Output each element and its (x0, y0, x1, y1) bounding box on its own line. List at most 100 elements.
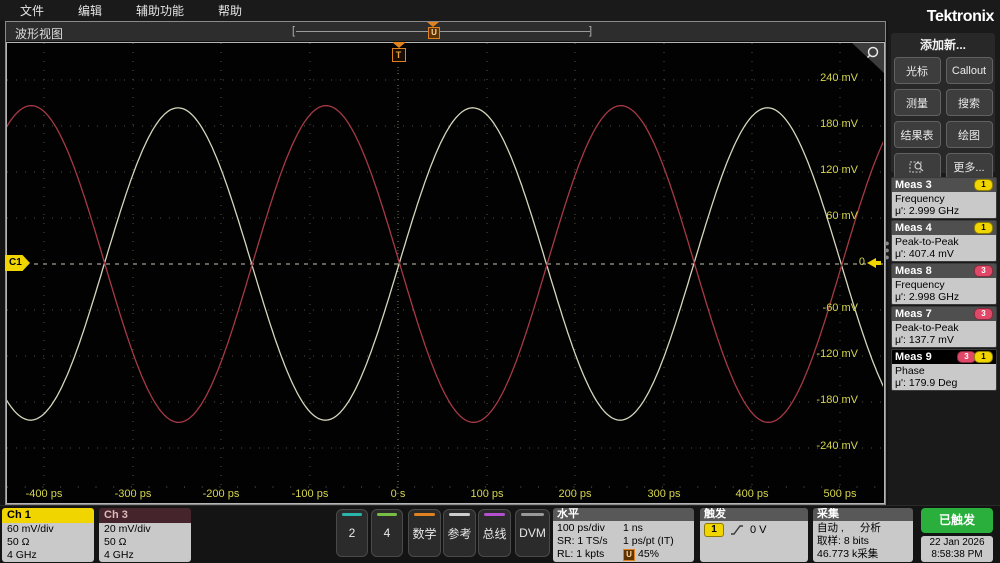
channel-1-badge[interactable]: Ch 1 60 mV/div 50 Ω 4 GHz (2, 508, 94, 562)
graticule (6, 42, 885, 504)
dvm-color-stripe (521, 513, 544, 516)
trigger-title: 触发 (700, 508, 808, 521)
waveform-titlebar: 波形视图 [ ] U (6, 22, 885, 42)
channel-3-badge[interactable]: Ch 3 20 mV/div 50 Ω 4 GHz (99, 508, 191, 562)
meas-4-card[interactable]: Meas 4 1 Peak-to-Peak μ': 407.4 mV (891, 220, 997, 262)
math-label: 数学 (412, 526, 437, 541)
trigger-level-marker-tail (876, 261, 881, 265)
trigger-level-marker[interactable] (867, 258, 876, 268)
more-button[interactable]: 更多... (945, 153, 993, 180)
channel-scale: 60 mV/div (7, 523, 54, 535)
meas-value: μ': 137.7 mV (895, 334, 954, 346)
record-view-bar[interactable] (296, 31, 590, 32)
trigger-flag-label: T (391, 48, 406, 62)
channel-scale: 20 mV/div (104, 523, 151, 535)
channel-2-label: 2 (348, 526, 356, 540)
horizontal-window: 1 ns (623, 522, 643, 534)
measure-button[interactable]: 测量 (893, 89, 941, 116)
math-color-stripe (414, 513, 435, 516)
callout-button[interactable]: Callout (945, 57, 993, 84)
acquisition-analysis: 分析 (859, 522, 881, 534)
meas-9-card[interactable]: Meas 9 3 1 Phase μ': 179.9 Deg (891, 349, 997, 391)
horizontal-position-value: 45% (638, 548, 660, 560)
bus-color-stripe (484, 513, 505, 516)
meas-name: Meas 4 (895, 222, 932, 234)
meas-name: Meas 8 (895, 265, 932, 277)
channel-impedance: 50 Ω (7, 536, 30, 548)
source-badge: 3 (974, 265, 993, 277)
record-view-right-bracket: ] (589, 25, 593, 37)
source-badge: 3 (974, 308, 993, 320)
meas-3-header: Meas 3 1 (892, 178, 996, 192)
channel-4-button[interactable]: 4 (371, 509, 403, 557)
waveform-view-title: 波形视图 (15, 27, 64, 41)
plot-button[interactable]: 绘图 (945, 121, 993, 148)
rising-edge-icon (731, 525, 743, 535)
meas-3-card[interactable]: Meas 3 1 Frequency μ': 2.999 GHz (891, 177, 997, 219)
channel-4-color-stripe (377, 513, 397, 516)
horizontal-panel[interactable]: 水平 100 ps/div 1 ns SR: 1 TS/s 1 ps/pt (I… (553, 508, 694, 562)
acquisition-count: 46.773 k采集 (817, 548, 879, 560)
channel-bandwidth: 4 GHz (104, 549, 134, 561)
reference-button[interactable]: 参考 (443, 509, 476, 557)
menu-edit[interactable]: 编辑 (78, 2, 102, 19)
splitter-handle[interactable]: ● ● ● (884, 239, 890, 266)
channel-4-label: 4 (383, 526, 391, 540)
reference-color-stripe (449, 513, 470, 516)
dvm-label: DVM (519, 526, 546, 540)
trigger-source-badge: 1 (704, 523, 724, 537)
datetime-display: 22 Jan 2026 8:58:38 PM (921, 536, 993, 562)
zoom-region-button[interactable] (893, 153, 941, 180)
meas-4-header: Meas 4 1 (892, 221, 996, 235)
date-value: 22 Jan 2026 (929, 537, 985, 548)
results-table-button[interactable]: 结果表 (893, 121, 941, 148)
cursor-button[interactable]: 光标 (893, 57, 941, 84)
acquisition-mode: 自动 , (817, 522, 844, 534)
meas-value: μ': 179.9 Deg (895, 377, 958, 389)
meas-7-card[interactable]: Meas 7 3 Peak-to-Peak μ': 137.7 mV (891, 306, 997, 348)
horizontal-title: 水平 (553, 508, 694, 521)
search-button[interactable]: 搜索 (945, 89, 993, 116)
waveform-plot (7, 43, 883, 502)
meas-type: Frequency (895, 193, 945, 205)
source-badge: 1 (974, 179, 993, 191)
zoom-region-icon (909, 161, 924, 172)
menu-bar: 文件 编辑 辅助功能 帮助 (0, 0, 888, 21)
trigger-position-marker[interactable]: T (390, 42, 407, 62)
meas-value: μ': 2.999 GHz (895, 205, 960, 217)
meas-type: Peak-to-Peak (895, 236, 959, 248)
triggered-status: 已触发 (921, 508, 993, 533)
meas-8-card[interactable]: Meas 8 3 Frequency μ': 2.998 GHz (891, 263, 997, 305)
channel-2-color-stripe (342, 513, 362, 516)
add-new-panel: 添加新... 光标 Callout 测量 搜索 结果表 绘图 更多... (891, 33, 995, 180)
dvm-button[interactable]: DVM (515, 509, 550, 557)
menu-help[interactable]: 帮助 (218, 2, 242, 19)
meas-type: Peak-to-Peak (895, 322, 959, 334)
math-button[interactable]: 数学 (408, 509, 441, 557)
reference-label: 参考 (447, 526, 472, 541)
source-badge: 1 (974, 222, 993, 234)
trace-ch-3 (7, 104, 883, 424)
meas-name: Meas 9 (895, 351, 932, 363)
tektronix-logo: Tektronix (926, 8, 995, 25)
meas-name: Meas 3 (895, 179, 932, 191)
trigger-panel[interactable]: 触发 1 0 V (700, 508, 808, 562)
horizontal-position-marker[interactable]: U (428, 27, 440, 39)
trace-ch-1 (7, 107, 883, 421)
meas-8-header: Meas 8 3 (892, 264, 996, 278)
meas-name: Meas 7 (895, 308, 932, 320)
meas-type: Phase (895, 365, 925, 377)
bus-button[interactable]: 总线 (478, 509, 511, 557)
channel-bandwidth: 4 GHz (7, 549, 37, 561)
menu-file[interactable]: 文件 (20, 2, 44, 19)
horizontal-position-icon: U (623, 549, 635, 561)
menu-utility[interactable]: 辅助功能 (136, 2, 184, 19)
meas-9-header: Meas 9 3 1 (892, 350, 996, 364)
channel-2-button[interactable]: 2 (336, 509, 368, 557)
acquisition-panel[interactable]: 采集 自动 , 分析 取样: 8 bits 46.773 k采集 (813, 508, 913, 562)
meas-value: μ': 407.4 mV (895, 248, 954, 260)
record-length: RL: 1 kpts (557, 548, 605, 560)
oscilloscope-app: 文件 编辑 辅助功能 帮助 波形视图 [ ] U T C1 ● ● ● 240 … (0, 0, 1000, 563)
waveform-window: 波形视图 [ ] U (5, 21, 886, 505)
source-badge: 1 (974, 351, 993, 363)
